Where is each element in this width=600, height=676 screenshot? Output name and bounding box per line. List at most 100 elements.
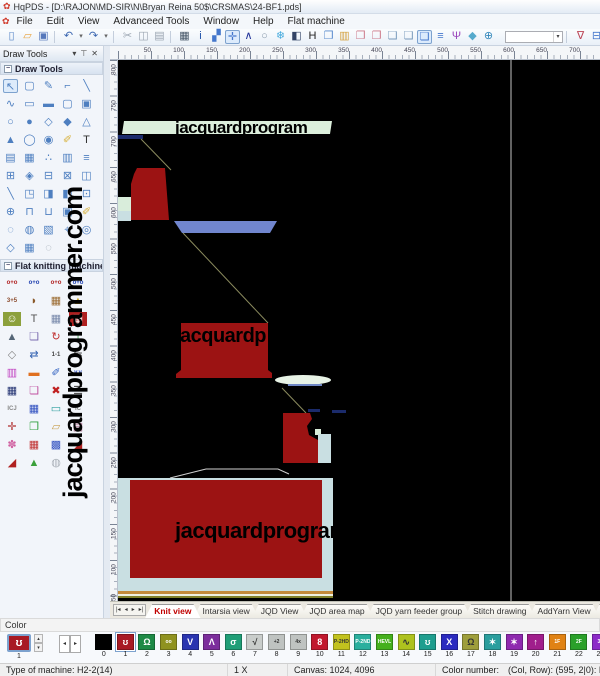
info-icon[interactable]: i (193, 30, 208, 44)
list-icon[interactable]: ≡ (433, 30, 448, 44)
color-swatch-23[interactable]: 3F (592, 634, 600, 650)
tri-red-2[interactable]: ◢ (3, 456, 21, 470)
exchange[interactable]: ⇆ (69, 348, 87, 362)
pattern-canvas[interactable]: jacquardprogramacquardpjacquardprogram (118, 60, 600, 601)
grid-2-tool[interactable]: ▦ (22, 241, 37, 255)
window-tool[interactable]: ◫ (79, 169, 94, 183)
panel-collapse-icon[interactable]: ▾ (70, 49, 78, 58)
menu-advanceed-tools[interactable]: Advanceed Tools (106, 16, 196, 27)
color-swatch-10[interactable]: 8 (311, 634, 328, 650)
list-colored[interactable]: ☰ (69, 384, 87, 398)
color-swatch-19[interactable]: ✶ (506, 634, 523, 650)
shape-tool-icon[interactable]: ○ (257, 30, 272, 44)
half-right-tool[interactable]: ◨ (41, 187, 56, 201)
copy-pages-icon[interactable]: ❐ (321, 30, 336, 44)
new-icon[interactable]: ▯ (4, 30, 19, 44)
tri-green[interactable]: ▲ (25, 456, 43, 470)
tab-nav-button[interactable]: ◂ (123, 605, 130, 615)
lines-tool[interactable]: ≡ (79, 151, 94, 165)
menu-help[interactable]: Help (246, 16, 281, 27)
rounded-rect-tool[interactable]: ▢ (60, 97, 75, 111)
layers-1-icon[interactable]: ❏ (385, 30, 400, 44)
half-left-tool[interactable]: ◧ (60, 187, 75, 201)
color-swatch-1[interactable]: ʊ (117, 634, 134, 650)
blue-box[interactable]: ▦ (25, 402, 43, 416)
door[interactable]: ❏ (25, 330, 43, 344)
layers-3-icon[interactable]: ❏ (417, 30, 432, 44)
collapse-box-icon[interactable]: − (4, 65, 12, 73)
shirt[interactable]: T (25, 312, 43, 326)
brush-tool[interactable]: ✐ (60, 133, 75, 147)
hatch-tool-3[interactable]: ▥ (60, 151, 75, 165)
diamond-icon[interactable]: ◆ (465, 30, 480, 44)
split-view-icon[interactable]: ⊟ (589, 30, 600, 44)
table[interactable]: ▦ (47, 312, 65, 326)
blue-pattern[interactable]: ▩ (47, 438, 65, 452)
pen-blue[interactable]: ✐ (47, 366, 65, 380)
grid-x-tool[interactable]: ⊠ (60, 169, 75, 183)
tab-jqd-view[interactable]: JQD View (252, 604, 308, 618)
color-swatch-9[interactable]: 4x (290, 634, 307, 650)
redo-dropdown-icon[interactable]: ▾ (102, 30, 110, 44)
redo-icon[interactable]: ↷ (86, 30, 101, 44)
color-swatch-18[interactable]: ✶ (484, 634, 501, 650)
pattern-blocks-icon[interactable]: ▞ (209, 30, 224, 44)
pyramid[interactable]: ▲ (3, 330, 21, 344)
pattern-fill-tool[interactable]: ▧ (41, 223, 56, 237)
polyline-tool[interactable]: ⌐ (60, 79, 75, 93)
tab-jqd-area-map[interactable]: JQD area map (300, 604, 373, 618)
gray-circle-tool[interactable]: ◌ (41, 241, 56, 255)
rounded-rect-filled-tool[interactable]: ▣ (79, 97, 94, 111)
color-swatch-13[interactable]: HEVL (376, 634, 393, 650)
menu-view[interactable]: View (71, 16, 107, 27)
tab-nav-button[interactable]: ▸| (137, 605, 146, 615)
monitor[interactable]: ▭ (47, 402, 65, 416)
triangle-tool[interactable]: △ (79, 115, 94, 129)
building[interactable]: ▦ (3, 384, 21, 398)
shoe[interactable]: ◗ (25, 294, 43, 308)
select-tool[interactable]: ↖ (3, 79, 18, 93)
red-x[interactable]: ✖ (47, 384, 65, 398)
layers-2-icon[interactable]: ❏ (401, 30, 416, 44)
curve-tool[interactable]: ∿ (3, 97, 18, 111)
cart[interactable]: ⇄ (25, 348, 43, 362)
save-icon[interactable]: ▣ (36, 30, 51, 44)
menu-window[interactable]: Window (196, 16, 246, 27)
color-swatch-17[interactable]: Ω (462, 634, 479, 650)
ring-tool[interactable]: ◎ (79, 223, 94, 237)
tri-red-1[interactable]: ◢ (69, 438, 87, 452)
color-swatch-5[interactable]: Λ (203, 634, 220, 650)
menu-edit[interactable]: Edit (40, 16, 71, 27)
stripes[interactable]: ▥ (3, 366, 21, 380)
transfer-5[interactable]: 3+5 (3, 294, 21, 308)
menu-file[interactable]: File (10, 16, 40, 27)
undo-icon[interactable]: ↶ (61, 30, 76, 44)
thin-line-tool[interactable]: ╲ (3, 187, 18, 201)
stamp-tool[interactable]: ▣ (60, 205, 75, 219)
orange-bar[interactable]: ▬ (25, 366, 43, 380)
undo-dropdown-icon[interactable]: ▾ (77, 30, 85, 44)
folder[interactable]: ▱ (47, 420, 65, 434)
diamond-filled-tool[interactable]: ◆ (60, 115, 75, 129)
panel-close-icon[interactable]: ✕ (89, 49, 100, 58)
curve-tool-icon[interactable]: ∧ (241, 30, 256, 44)
films[interactable]: ▤ (69, 420, 87, 434)
hatch-tool-2[interactable]: ▦ (22, 151, 37, 165)
circle-filled-tool[interactable]: ◉ (41, 133, 56, 147)
line-tool[interactable]: ╲ (79, 79, 94, 93)
tab-nav-button[interactable]: ▸ (130, 605, 137, 615)
swap-2-icon[interactable]: ❐ (369, 30, 384, 44)
flat-machine-group-header[interactable]: − Flat knitting machine (0, 259, 103, 272)
draw-tools-group-header[interactable]: − Draw Tools (0, 62, 103, 75)
one-one[interactable]: 1-1 (47, 348, 65, 362)
warning[interactable]: ▲ (69, 294, 87, 308)
cabinet[interactable]: ▦ (47, 294, 65, 308)
dot-box-tool[interactable]: ⊡ (79, 187, 94, 201)
diamond-tool[interactable]: ◇ (41, 115, 56, 129)
menu-flat-machine[interactable]: Flat machine (281, 16, 352, 27)
palette-prev-button[interactable]: ◂ (59, 635, 70, 653)
pin[interactable]: ✛ (3, 420, 21, 434)
tab-stitch-drawing[interactable]: Stitch drawing (464, 604, 535, 618)
cross-circle-tool[interactable]: ⊕ (3, 205, 18, 219)
copy-icon[interactable]: ◫ (136, 30, 151, 44)
